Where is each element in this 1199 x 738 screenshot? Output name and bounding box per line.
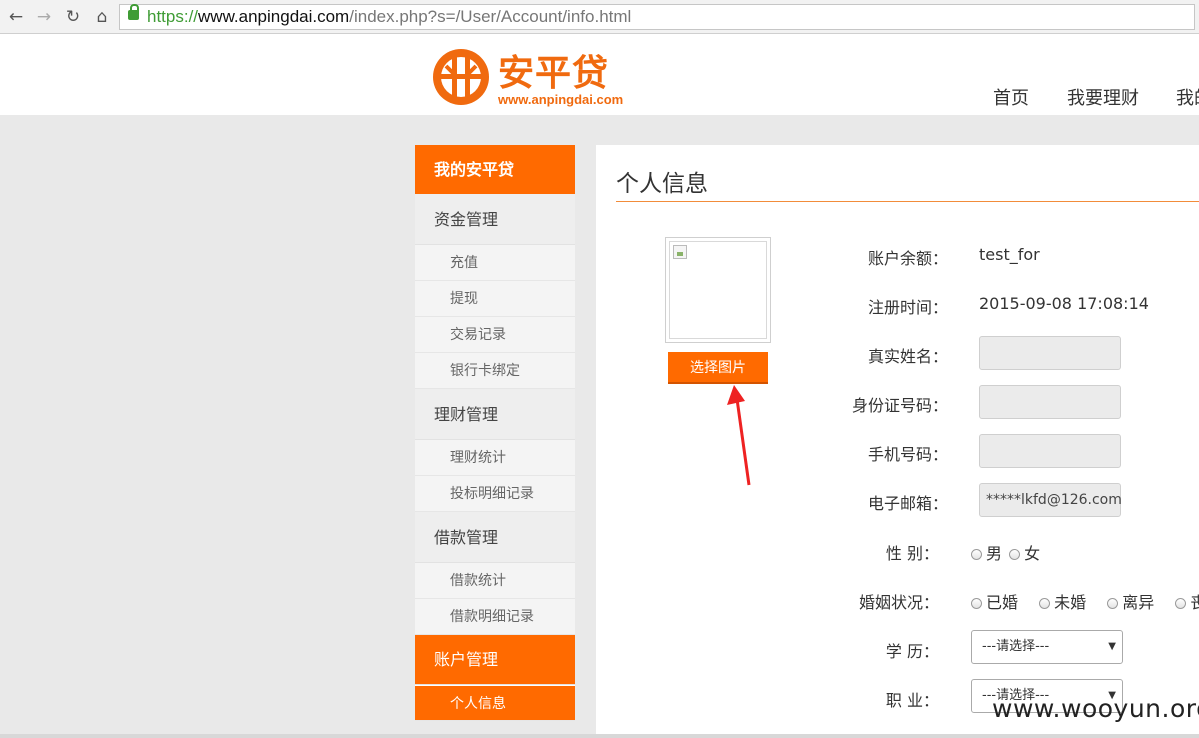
watermark: www.wooyun.org bbox=[992, 694, 1199, 723]
brand-name: 安平贷 bbox=[498, 53, 610, 94]
marital-widowed-radio[interactable] bbox=[1175, 598, 1187, 609]
sidebar-group-loans[interactable]: 借款管理 bbox=[415, 512, 575, 563]
gender-female-label: 女 bbox=[1024, 544, 1041, 563]
email-field[interactable]: *****lkfd@126.com bbox=[979, 483, 1122, 517]
sidebar-title: 我的安平贷 bbox=[415, 145, 575, 194]
dropdown-caret-icon: ▼ bbox=[1108, 641, 1116, 652]
lock-icon bbox=[128, 4, 139, 20]
marital-divorced-label: 离异 bbox=[1122, 593, 1155, 612]
red-arrow-annotation bbox=[727, 385, 751, 486]
broken-image-icon bbox=[673, 245, 687, 259]
sidebar: 我的安平贷 资金管理 充值 提现 交易记录 银行卡绑定 理财管理 理财统计 投标… bbox=[415, 145, 575, 721]
gender-male-radio[interactable] bbox=[971, 549, 982, 560]
address-bar[interactable]: https://www.anpingdai.com/index.php?s=/U… bbox=[119, 4, 1195, 30]
gender-options: 男 女 bbox=[971, 540, 1040, 564]
page-title: 个人信息 bbox=[616, 171, 708, 197]
nav-my-account[interactable]: 我的 bbox=[1176, 84, 1199, 110]
education-select[interactable]: ---请选择--- ▼ bbox=[971, 630, 1123, 664]
id-number-label: 身份证号码： bbox=[851, 396, 948, 415]
gender-label: 性 别： bbox=[885, 544, 939, 563]
marital-widowed-label: 丧偶 bbox=[1190, 593, 1199, 612]
marital-single-radio[interactable] bbox=[1039, 598, 1051, 609]
real-name-field[interactable] bbox=[979, 336, 1121, 370]
marital-married-radio[interactable] bbox=[971, 598, 982, 609]
sidebar-item-loan-stats[interactable]: 借款统计 bbox=[415, 563, 575, 599]
sidebar-item-bid-records[interactable]: 投标明细记录 bbox=[415, 476, 575, 512]
arrow-left-icon[interactable]: ← bbox=[5, 7, 27, 27]
nav-invest[interactable]: 我要理财 bbox=[1067, 84, 1139, 110]
phone-field[interactable] bbox=[979, 434, 1121, 468]
sidebar-group-account[interactable]: 账户管理 bbox=[415, 635, 575, 685]
gender-female-radio[interactable] bbox=[1009, 549, 1021, 560]
url-text: https://www.anpingdai.com/index.php?s=/U… bbox=[147, 5, 631, 29]
site-logo[interactable]: 安平贷 www.anpingdai.com bbox=[430, 44, 624, 107]
choose-image-button[interactable]: 选择图片 bbox=[668, 352, 768, 384]
id-number-field[interactable] bbox=[979, 385, 1121, 419]
marital-options: 已婚 未婚 离异 丧偶 bbox=[971, 589, 1199, 613]
marital-divorced-radio[interactable] bbox=[1107, 598, 1119, 609]
sidebar-group-investment[interactable]: 理财管理 bbox=[415, 389, 575, 440]
phone-label: 手机号码： bbox=[867, 445, 948, 464]
brand-url: www.anpingdai.com bbox=[498, 92, 624, 107]
url-host: www.anpingdai.com bbox=[198, 7, 350, 26]
avatar-frame bbox=[669, 241, 767, 339]
education-label: 学 历： bbox=[885, 642, 939, 661]
reg-time-label: 注册时间： bbox=[867, 298, 948, 317]
sidebar-group-funds[interactable]: 资金管理 bbox=[415, 194, 575, 245]
home-icon[interactable]: ⌂ bbox=[91, 7, 113, 27]
balance-label: 账户余额： bbox=[867, 249, 948, 268]
sidebar-item-recharge[interactable]: 充值 bbox=[415, 245, 575, 281]
reg-time-value: 2015-09-08 17:08:14 bbox=[979, 294, 1149, 313]
url-path: /index.php?s=/User/Account/info.html bbox=[349, 7, 632, 26]
logo-mark-icon bbox=[433, 49, 489, 105]
job-label: 职 业： bbox=[885, 691, 939, 710]
browser-toolbar: ← → ↻ ⌂ https://www.anpingdai.com/index.… bbox=[0, 0, 1199, 34]
title-divider bbox=[616, 201, 1199, 202]
email-label: 电子邮箱： bbox=[867, 494, 948, 513]
reload-icon[interactable]: ↻ bbox=[62, 7, 84, 27]
real-name-label: 真实姓名： bbox=[867, 347, 948, 366]
site-header: 安平贷 www.anpingdai.com 首页 我要理财 我的 bbox=[0, 34, 1199, 115]
profile-panel: 个人信息 选择图片 账户余额： test_for 注册时间： 2015-09-0… bbox=[596, 145, 1199, 738]
status-strip bbox=[0, 734, 1199, 738]
sidebar-item-loan-records[interactable]: 借款明细记录 bbox=[415, 599, 575, 635]
marital-married-label: 已婚 bbox=[986, 593, 1019, 612]
sidebar-item-withdraw[interactable]: 提现 bbox=[415, 281, 575, 317]
sidebar-item-bank-card[interactable]: 银行卡绑定 bbox=[415, 353, 575, 389]
sidebar-item-profile[interactable]: 个人信息 bbox=[415, 685, 575, 721]
sidebar-item-transactions[interactable]: 交易记录 bbox=[415, 317, 575, 353]
arrow-right-icon[interactable]: → bbox=[33, 7, 55, 27]
marital-label: 婚姻状况： bbox=[858, 593, 939, 612]
url-scheme: https:// bbox=[147, 7, 199, 26]
avatar-preview bbox=[665, 237, 771, 343]
balance-value: test_for bbox=[979, 245, 1040, 264]
education-selected: ---请选择--- bbox=[982, 639, 1050, 654]
nav-home[interactable]: 首页 bbox=[993, 84, 1029, 110]
gender-male-label: 男 bbox=[986, 544, 1003, 563]
marital-single-label: 未婚 bbox=[1054, 593, 1087, 612]
sidebar-item-invest-stats[interactable]: 理财统计 bbox=[415, 440, 575, 476]
